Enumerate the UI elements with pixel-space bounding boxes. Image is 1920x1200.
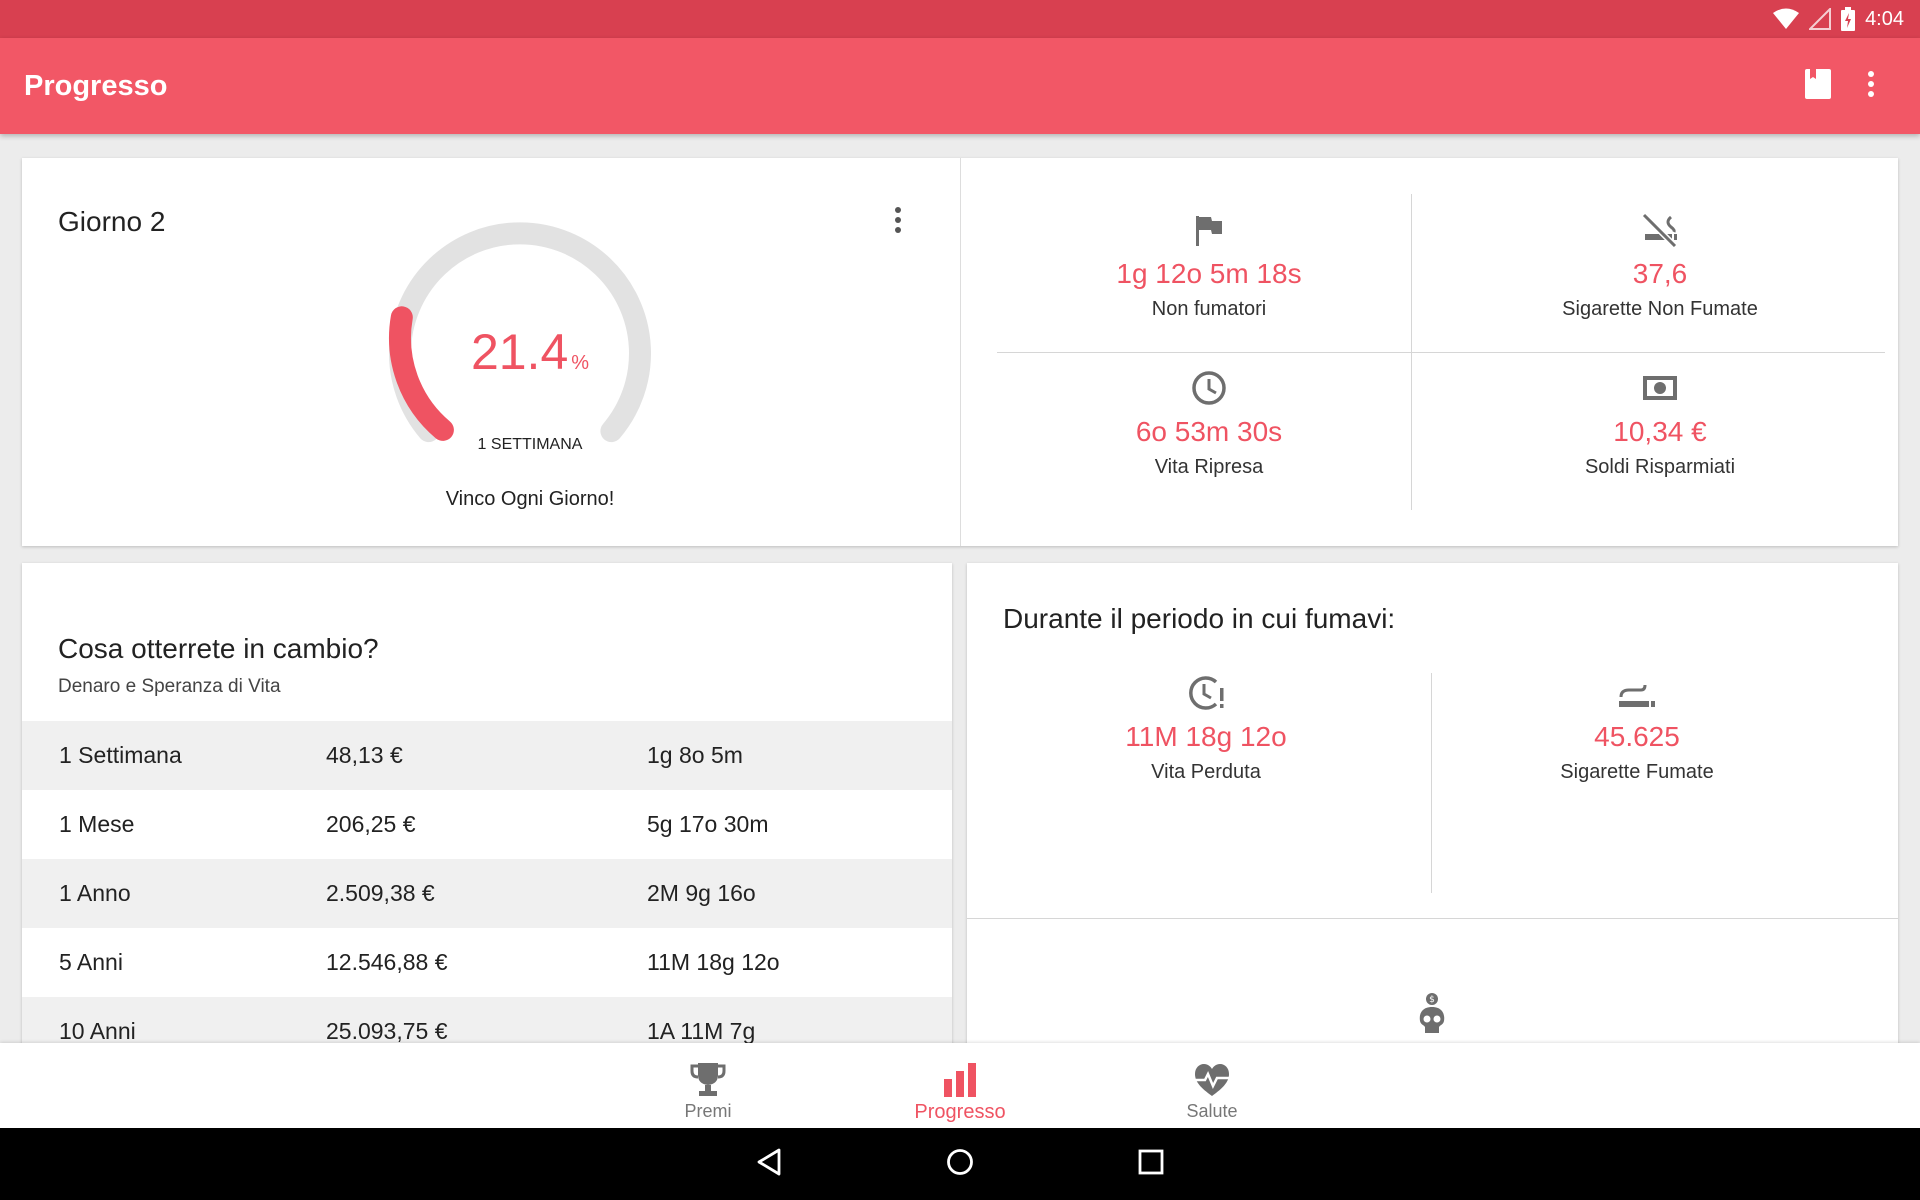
app-bar: Progresso [0, 38, 1920, 134]
money-cell: 12.546,88 € [326, 949, 448, 975]
day-counter: Giorno 2 [58, 206, 166, 237]
nav-label: Premi [684, 1101, 732, 1121]
nav-item-progresso[interactable]: Progresso [870, 1043, 1050, 1128]
page-title: Progresso [24, 70, 168, 102]
status-icons: 4:04 [1773, 0, 1904, 38]
life-cell: 1g 8o 5m [647, 742, 743, 768]
skull-money-icon: $ [1417, 993, 1447, 1042]
home-circle-icon [946, 1148, 974, 1181]
gauge-value: 21.4% [380, 323, 680, 381]
bar-chart-icon [870, 1053, 1050, 1097]
status-time: 4:04 [1865, 7, 1904, 30]
money-cell: 2.509,38 € [326, 880, 435, 906]
life-cell: 11M 18g 12o [647, 949, 780, 975]
system-navigation-bar [0, 1128, 1920, 1200]
book-button[interactable] [1798, 66, 1838, 106]
table-row: 1 Mese 206,25 € 5g 17o 30m [22, 790, 952, 859]
period-cell: 1 Settimana [59, 742, 182, 768]
money-cell: 48,13 € [326, 742, 403, 768]
no-smoking-icon [1435, 210, 1885, 250]
stat-label: Sigarette Fumate [1560, 761, 1714, 783]
stat-smoke-free-time: 1g 12o 5m 18s Non fumatori [984, 210, 1434, 321]
back-triangle-icon [756, 1148, 782, 1181]
period-cell: 1 Anno [59, 880, 131, 906]
money-cell: 25.093,75 € [326, 1018, 448, 1044]
stat-money-saved: 10,34 € Soldi Risparmiati [1435, 368, 1885, 479]
stat-value: 6o 53m 30s [1135, 416, 1283, 447]
flag-icon [984, 210, 1434, 250]
recents-button[interactable] [1127, 1142, 1175, 1186]
more-vert-icon [894, 206, 902, 239]
table-row: 5 Anni 12.546,88 € 11M 18g 12o [22, 928, 952, 997]
gauge-target: 1 SETTIMANA [477, 436, 583, 453]
stat-value: 10,34 € [1613, 416, 1707, 447]
clock-alert-icon [981, 673, 1431, 713]
table-row: 1 Settimana 48,13 € 1g 8o 5m [22, 721, 952, 790]
stat-label: Sigarette Non Fumate [1562, 298, 1758, 320]
life-cell: 2M 9g 16o [647, 880, 756, 906]
heart-pulse-icon [1122, 1053, 1302, 1097]
svg-text:$: $ [1429, 995, 1435, 1005]
stat-value: 45.625 [1594, 721, 1680, 752]
table-row: 1 Anno 2.509,38 € 2M 9g 16o [22, 859, 952, 928]
card-divider [960, 158, 961, 546]
home-button[interactable] [936, 1142, 984, 1186]
status-bar: 4:04 [0, 0, 1920, 38]
life-cell: 5g 17o 30m [647, 811, 769, 837]
stat-cigarettes-not-smoked: 37,6 Sigarette Non Fumate [1435, 210, 1885, 321]
stat-label: Vita Ripresa [1154, 456, 1264, 478]
smoking-period-card: Durante il periodo in cui fumavi: 11M 18… [967, 563, 1898, 1053]
stat-label: Soldi Risparmiati [1584, 456, 1736, 478]
money-cell: 206,25 € [326, 811, 416, 837]
period-cell: 5 Anni [59, 949, 123, 975]
nav-label: Salute [1186, 1101, 1238, 1121]
stat-label: Non fumatori [1151, 298, 1267, 320]
stat-value: 37,6 [1632, 258, 1688, 289]
more-vert-icon [1867, 70, 1875, 103]
period-cell: 1 Mese [59, 811, 135, 837]
cigarette-icon [1412, 673, 1862, 713]
rewards-subtitle: Denaro e Speranza di Vita [58, 676, 281, 697]
motivation-caption: Vinco Ogni Giorno! [445, 488, 615, 510]
gauge-percent-sign: % [571, 352, 590, 374]
wifi-icon [1773, 8, 1800, 30]
stat-value: 11M 18g 12o [1125, 721, 1287, 752]
trophy-icon [618, 1053, 798, 1097]
recents-square-icon [1138, 1149, 1164, 1180]
stat-life-regained: 6o 53m 30s Vita Ripresa [984, 368, 1434, 479]
rewards-table: 1 Settimana 48,13 € 1g 8o 5m 1 Mese 206,… [22, 721, 952, 1053]
bottom-navigation: Premi Progresso Salute [0, 1043, 1920, 1128]
stats-grid-divider-h [997, 352, 1885, 353]
stat-cigarettes-smoked: 45.625 Sigarette Fumate [1412, 673, 1862, 784]
book-icon [1805, 68, 1831, 104]
cell-signal-icon [1809, 8, 1832, 30]
money-icon [1435, 368, 1885, 408]
stat-label: Vita Perduta [1151, 761, 1261, 783]
progress-card: Giorno 2 21.4% 1 SETTIMANA Vinco Ogni Gi… [22, 158, 1898, 546]
nav-label: Progresso [914, 1101, 1006, 1123]
smoking-period-title: Durante il periodo in cui fumavi: [1003, 603, 1396, 634]
rewards-title: Cosa otterrete in cambio? [58, 633, 379, 664]
gauge-percentage: 21.4 [470, 324, 569, 380]
nav-item-premi[interactable]: Premi [618, 1043, 798, 1128]
progress-card-menu-button[interactable] [886, 202, 910, 242]
clock-icon [984, 368, 1434, 408]
overflow-menu-button[interactable] [1851, 66, 1891, 106]
rewards-card: Cosa otterrete in cambio? Denaro e Spera… [22, 563, 952, 1053]
back-button[interactable] [745, 1142, 793, 1186]
stat-life-lost: 11M 18g 12o Vita Perduta [981, 673, 1431, 784]
period-cell: 10 Anni [59, 1018, 136, 1044]
nav-item-salute[interactable]: Salute [1122, 1043, 1302, 1128]
battery-icon [1841, 7, 1856, 31]
smoking-card-divider [967, 918, 1898, 919]
stat-value: 1g 12o 5m 18s [1116, 258, 1302, 289]
life-cell: 1A 11M 7g [647, 1018, 756, 1044]
